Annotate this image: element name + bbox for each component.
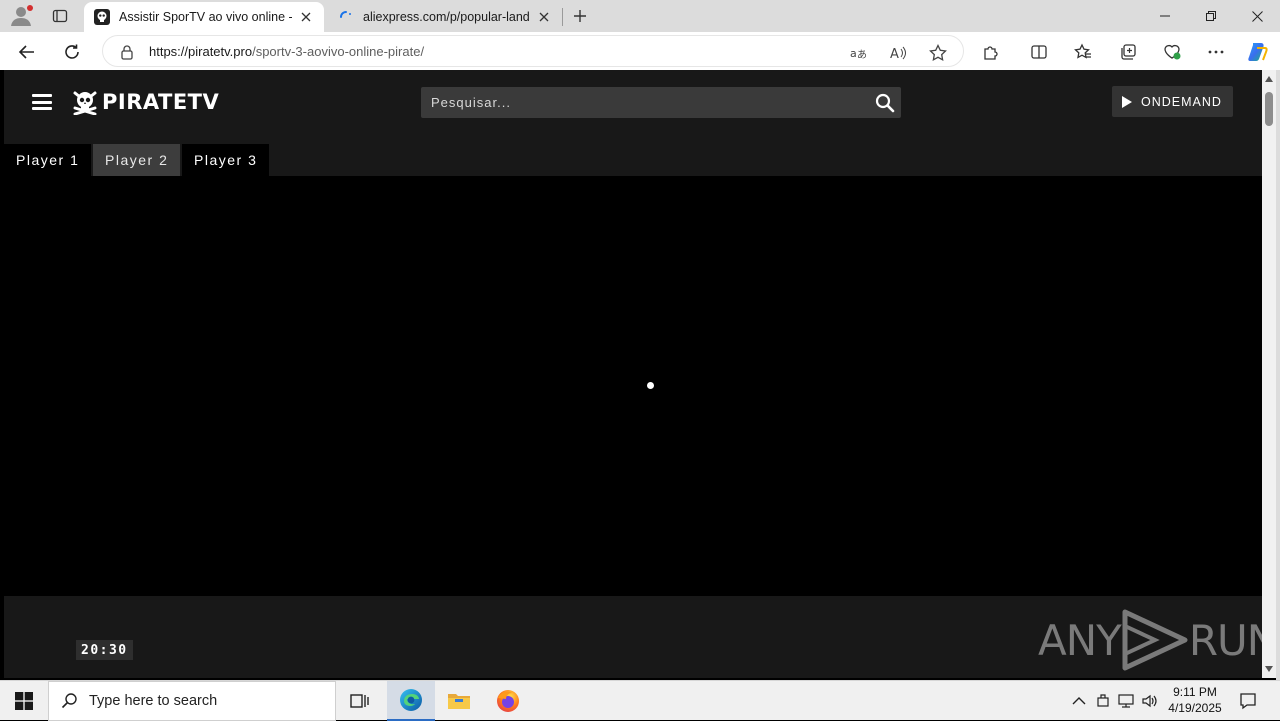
volume-icon[interactable] (1141, 692, 1159, 710)
clock-time: 9:11 PM (1173, 685, 1217, 699)
search-icon (61, 693, 77, 709)
windows-taskbar: Type here to search 9:11 PM 4/19/2025 (0, 680, 1280, 721)
file-explorer-icon[interactable] (435, 681, 483, 721)
scroll-up-arrow-icon[interactable] (1265, 76, 1273, 82)
logo-text-pirate: PIRATE (102, 90, 188, 114)
browser-tab-active[interactable]: Assistir SporTV ao vivo online - P (84, 2, 324, 32)
notification-icon[interactable] (1236, 689, 1260, 713)
browser-essentials-icon[interactable] (1162, 42, 1182, 62)
time-badge: 20:30 (76, 640, 133, 660)
taskbar-search-text: Type here to search (89, 693, 218, 709)
chevron-up-icon[interactable] (1070, 692, 1088, 710)
close-icon[interactable] (536, 9, 552, 25)
close-icon[interactable] (298, 9, 314, 25)
network-icon[interactable] (1117, 692, 1135, 710)
edge-browser-icon[interactable] (387, 681, 435, 721)
play-icon (1122, 95, 1132, 108)
tab-title: Assistir SporTV ao vivo online - P (119, 10, 292, 24)
search-input[interactable] (421, 87, 861, 118)
skull-crossbones-icon (72, 89, 98, 116)
watermark-play-logo-icon (1122, 609, 1188, 671)
minimize-icon[interactable] (1142, 0, 1188, 32)
video-info-bar: 20:30 ANY RUN (4, 596, 1262, 678)
window-close-icon[interactable] (1234, 0, 1280, 32)
device-tray-icon[interactable] (1094, 692, 1112, 710)
anyrun-watermark: ANY RUN (1038, 608, 1262, 672)
tab-actions-icon[interactable] (48, 6, 72, 26)
favorite-star-icon[interactable] (929, 44, 947, 62)
url-path: /sportv-3-aovivo-online-pirate/ (252, 44, 425, 59)
tab-player-3[interactable]: Player 3 (182, 144, 270, 176)
translate-icon[interactable]: aあ (849, 44, 867, 62)
read-aloud-icon[interactable]: A (889, 44, 907, 62)
tab-player-2[interactable]: Player 2 (93, 144, 181, 176)
copilot-icon[interactable] (1246, 40, 1270, 64)
firefox-icon[interactable] (484, 681, 532, 721)
new-tab-plus-icon[interactable] (570, 6, 590, 26)
tab-title: aliexpress.com/p/popular-landin (363, 10, 530, 24)
watermark-text-any: ANY (1038, 615, 1122, 665)
clock-date: 4/19/2025 (1168, 701, 1222, 715)
back-arrow-icon[interactable] (16, 41, 38, 63)
extensions-puzzle-icon[interactable] (981, 42, 1001, 62)
svg-text:a: a (850, 47, 857, 60)
loading-spinner-icon (338, 9, 354, 25)
svg-text:あ: あ (857, 49, 867, 61)
collections-icon[interactable] (1118, 42, 1138, 62)
pirate-skull-icon (94, 9, 110, 25)
site-logo[interactable]: PIRATETV (72, 89, 219, 116)
menu-hamburger-icon[interactable] (32, 94, 52, 110)
logo-wordmark: PIRATETV (102, 90, 219, 114)
task-view-icon[interactable] (336, 681, 384, 721)
window-edge (1276, 70, 1280, 680)
url-text: https://piratetv.pro/sportv-3-aovivo-onl… (149, 44, 424, 59)
svg-text:A: A (890, 47, 899, 62)
browser-tab-strip: Assistir SporTV ao vivo online - P aliex… (0, 0, 1280, 32)
ondemand-label: ONDEMAND (1141, 94, 1222, 109)
video-player[interactable] (4, 176, 1262, 596)
scroll-thumb[interactable] (1265, 92, 1273, 126)
search-icon[interactable] (875, 93, 895, 113)
refresh-icon[interactable] (61, 41, 83, 63)
lock-icon[interactable] (119, 44, 135, 60)
profile-icon[interactable] (8, 4, 34, 28)
taskbar-clock[interactable]: 9:11 PM 4/19/2025 (1160, 684, 1230, 716)
ondemand-button[interactable]: ONDEMAND (1112, 86, 1233, 117)
tab-separator (562, 8, 563, 26)
loading-dot-icon (647, 382, 654, 389)
player-tabs: Player 1 Player 2 Player 3 (4, 134, 1262, 176)
more-options-icon[interactable] (1206, 42, 1226, 62)
browser-toolbar: https://piratetv.pro/sportv-3-aovivo-onl… (0, 32, 1280, 70)
site-search (421, 87, 901, 118)
logo-text-tv: TV (187, 90, 220, 114)
watermark-text-run: RUN (1188, 615, 1262, 665)
restore-icon[interactable] (1188, 0, 1234, 32)
address-bar[interactable]: https://piratetv.pro/sportv-3-aovivo-onl… (102, 35, 964, 67)
url-domain: https://piratetv.pro (149, 44, 253, 59)
browser-tab-inactive[interactable]: aliexpress.com/p/popular-landin (328, 2, 562, 32)
page-scrollbar[interactable] (1262, 70, 1276, 678)
tab-player-1[interactable]: Player 1 (4, 144, 92, 176)
taskbar-search-box[interactable]: Type here to search (48, 681, 336, 721)
scroll-down-arrow-icon[interactable] (1265, 666, 1273, 672)
favorites-icon[interactable] (1073, 42, 1093, 62)
windows-start-icon[interactable] (0, 681, 48, 721)
page-viewport: PIRATETV ONDEMAND Player 1 Player 2 Play… (4, 70, 1262, 678)
site-header: PIRATETV ONDEMAND (4, 70, 1262, 134)
split-screen-icon[interactable] (1029, 42, 1049, 62)
